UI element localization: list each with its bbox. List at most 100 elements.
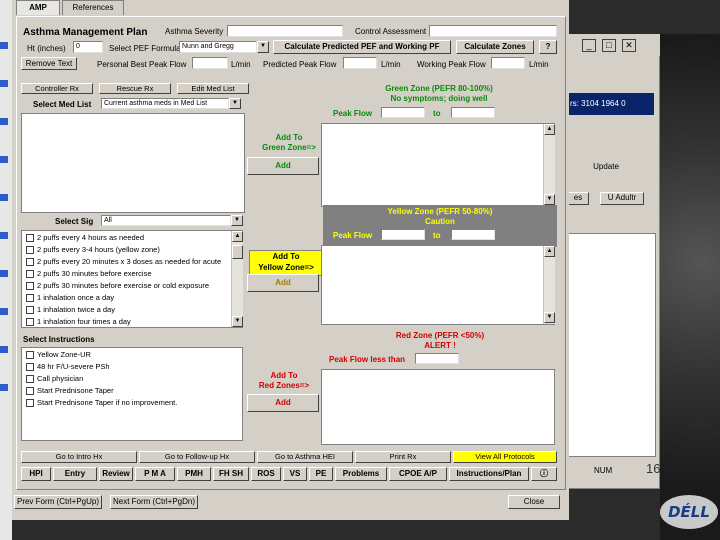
background-button-adult[interactable]: U Adultr bbox=[600, 192, 644, 205]
nav-vs-button[interactable]: VS bbox=[283, 467, 307, 481]
checkbox[interactable] bbox=[26, 363, 34, 372]
nav-cpoe-button[interactable]: CPOE A/P bbox=[389, 467, 447, 481]
scroll-down-icon[interactable]: ▼ bbox=[544, 312, 555, 323]
green-zone-title: Green Zone (PEFR 80-100%) bbox=[385, 84, 493, 93]
list-item[interactable]: 1 inhalation four times a day bbox=[26, 316, 131, 327]
nav-entry-button[interactable]: Entry bbox=[53, 467, 97, 481]
list-item[interactable]: Call physician bbox=[26, 373, 83, 384]
list-item[interactable]: 2 puffs every 20 minutes x 3 doses as ne… bbox=[26, 256, 221, 267]
red-peak-input[interactable] bbox=[415, 353, 459, 364]
background-selected-row[interactable]: rs: 3104 1964 0 bbox=[566, 93, 654, 115]
yellow-zone-textarea[interactable] bbox=[321, 245, 555, 325]
scroll-down-icon[interactable]: ▼ bbox=[232, 316, 243, 327]
list-item[interactable]: 2 puffs 30 minutes before exercise bbox=[26, 268, 152, 279]
goto-intro-hx-button[interactable]: Go to Intro Hx bbox=[21, 451, 137, 463]
list-item[interactable]: 48 hr F/U-severe PSh bbox=[26, 361, 110, 372]
checkbox[interactable] bbox=[26, 258, 34, 267]
yellow-peak-from-input[interactable] bbox=[381, 229, 425, 240]
minimize-icon[interactable]: _ bbox=[582, 39, 596, 52]
checkbox[interactable] bbox=[26, 387, 34, 396]
print-rx-button[interactable]: Print Rx bbox=[355, 451, 451, 463]
tab-references[interactable]: References bbox=[62, 0, 124, 15]
checkbox[interactable] bbox=[26, 294, 34, 303]
scroll-down-icon[interactable]: ▼ bbox=[544, 194, 555, 205]
asthma-severity-field[interactable] bbox=[227, 25, 343, 37]
height-input[interactable]: 0 bbox=[73, 41, 103, 53]
sig-list[interactable]: 2 puffs every 4 hours as needed 2 puffs … bbox=[21, 230, 243, 328]
chevron-down-icon[interactable]: ▼ bbox=[231, 215, 243, 226]
checkbox[interactable] bbox=[26, 282, 34, 291]
add-red-button[interactable]: Add bbox=[247, 394, 319, 412]
checkbox[interactable] bbox=[26, 246, 34, 255]
checkbox[interactable] bbox=[26, 234, 34, 243]
close-button[interactable]: Close bbox=[508, 495, 560, 509]
nav-problems-button[interactable]: Problems bbox=[335, 467, 387, 481]
med-list[interactable] bbox=[21, 113, 245, 213]
pef-formula-select[interactable]: Nunn and Gregg bbox=[179, 41, 257, 53]
controller-rx-button[interactable]: Controller Rx bbox=[21, 83, 93, 94]
predicted-input[interactable] bbox=[343, 57, 377, 69]
list-item[interactable]: Start Prednisone Taper bbox=[26, 385, 114, 396]
goto-asthma-hei-button[interactable]: Go to Asthma HEI bbox=[257, 451, 353, 463]
green-scrollbar[interactable]: ▲ ▼ bbox=[543, 124, 555, 206]
nav-review-button[interactable]: Review bbox=[99, 467, 133, 481]
list-item[interactable]: 2 puffs every 3-4 hours (yellow zone) bbox=[26, 244, 160, 255]
checkbox[interactable] bbox=[26, 306, 34, 315]
instructions-list[interactable]: Yellow Zone-UR 48 hr F/U-severe PSh Call… bbox=[21, 347, 243, 441]
list-item[interactable]: 1 inhalation once a day bbox=[26, 292, 114, 303]
calculate-predicted-button[interactable]: Calculate Predicted PEF and Working PF bbox=[273, 40, 451, 54]
nav-hpi-button[interactable]: HPI bbox=[21, 467, 51, 481]
green-peak-to-input[interactable] bbox=[451, 107, 495, 118]
checkbox[interactable] bbox=[26, 351, 34, 360]
scroll-up-icon[interactable]: ▲ bbox=[544, 124, 555, 135]
maximize-icon[interactable]: □ bbox=[602, 39, 616, 52]
list-item[interactable]: 2 puffs every 4 hours as needed bbox=[26, 232, 144, 243]
close-icon[interactable]: ✕ bbox=[622, 39, 636, 52]
background-button-es[interactable]: es bbox=[567, 192, 589, 205]
green-peak-from-input[interactable] bbox=[381, 107, 425, 118]
view-all-protocols-button[interactable]: View All Protocols bbox=[453, 451, 557, 463]
tab-amp[interactable]: AMP bbox=[16, 0, 60, 15]
list-item[interactable]: 2 puffs 30 minutes before exercise or co… bbox=[26, 280, 209, 291]
scroll-up-icon[interactable]: ▲ bbox=[544, 246, 555, 257]
sig-scrollbar[interactable]: ▲ ▼ bbox=[231, 231, 243, 327]
edit-med-list-button[interactable]: Edit Med List bbox=[177, 83, 249, 94]
list-item[interactable]: Yellow Zone-UR bbox=[26, 349, 91, 360]
red-zone-textarea[interactable] bbox=[321, 369, 555, 445]
list-item[interactable]: 1 inhalation twice a day bbox=[26, 304, 115, 315]
add-yellow-button[interactable]: Add bbox=[247, 274, 319, 292]
rescue-rx-button[interactable]: Rescue Rx bbox=[99, 83, 171, 94]
nav-instructions-button[interactable]: Instructions/Plan bbox=[449, 467, 529, 481]
checkbox[interactable] bbox=[26, 375, 34, 384]
checkbox[interactable] bbox=[26, 270, 34, 279]
working-input[interactable] bbox=[491, 57, 525, 69]
yellow-peak-to-input[interactable] bbox=[451, 229, 495, 240]
personal-best-input[interactable] bbox=[192, 57, 228, 69]
med-list-select[interactable]: Current asthma meds in Med List bbox=[101, 98, 229, 109]
calculate-zones-button[interactable]: Calculate Zones bbox=[456, 40, 534, 54]
next-form-button[interactable]: Next Form (Ctrl+PgDn) bbox=[110, 495, 198, 509]
goto-followup-hx-button[interactable]: Go to Follow-up Hx bbox=[139, 451, 255, 463]
yellow-scrollbar[interactable]: ▲ ▼ bbox=[543, 246, 555, 324]
info-icon[interactable]: ⓘ bbox=[531, 467, 557, 481]
remove-text-button[interactable]: Remove Text bbox=[21, 57, 77, 70]
add-green-button[interactable]: Add bbox=[247, 157, 319, 175]
nav-ros-button[interactable]: ROS bbox=[251, 467, 281, 481]
prev-form-button[interactable]: Prev Form (Ctrl+PgUp) bbox=[14, 495, 102, 509]
tab-update[interactable]: Update bbox=[588, 162, 624, 176]
nav-pmh-button[interactable]: PMH bbox=[177, 467, 211, 481]
nav-pe-button[interactable]: PE bbox=[309, 467, 333, 481]
list-item[interactable]: Start Prednisone Taper if no improvement… bbox=[26, 397, 177, 408]
scroll-up-icon[interactable]: ▲ bbox=[232, 231, 243, 242]
chevron-down-icon[interactable]: ▼ bbox=[257, 41, 269, 53]
scroll-thumb[interactable] bbox=[232, 245, 243, 259]
nav-pma-button[interactable]: P M A bbox=[135, 467, 175, 481]
nav-fhsh-button[interactable]: FH SH bbox=[213, 467, 249, 481]
help-button[interactable]: ? bbox=[539, 40, 557, 54]
checkbox[interactable] bbox=[26, 399, 34, 408]
checkbox[interactable] bbox=[26, 318, 34, 327]
green-zone-textarea[interactable] bbox=[321, 123, 555, 207]
chevron-down-icon[interactable]: ▼ bbox=[229, 98, 241, 109]
control-assessment-field[interactable] bbox=[429, 25, 557, 37]
sig-select[interactable]: All bbox=[101, 215, 231, 226]
